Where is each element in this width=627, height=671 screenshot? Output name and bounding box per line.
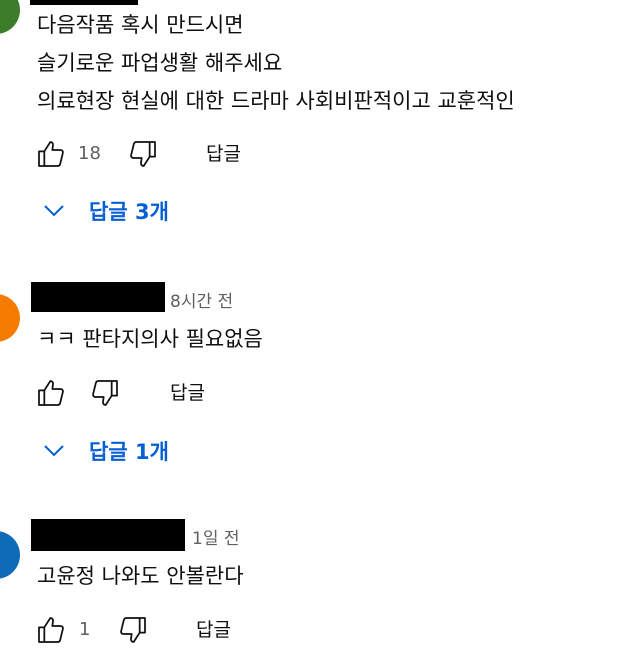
- avatar[interactable]: [0, 294, 20, 342]
- view-replies-label: 답글 1개: [89, 440, 169, 464]
- comment-text-line: 의료현장 현실에 대한 드라마 사회비판적이고 교훈적인: [37, 89, 515, 113]
- avatar[interactable]: [0, 0, 20, 34]
- avatar[interactable]: [0, 531, 20, 579]
- comment-timestamp: 1일 전: [192, 529, 240, 549]
- chevron-down-icon: [44, 445, 64, 457]
- redacted-username: [31, 282, 165, 312]
- like-button[interactable]: [34, 376, 68, 410]
- comment-thread: 다음작품 혹시 만드시면 슬기로운 파업생활 해주세요 의료현장 현실에 대한 …: [0, 0, 627, 250]
- like-button[interactable]: [34, 613, 68, 647]
- comment-text-line: 고윤정 나와도 안볼란다: [37, 564, 244, 588]
- view-replies-button[interactable]: 답글 3개: [43, 193, 169, 229]
- comment-text-line: 슬기로운 파업생활 해주세요: [37, 51, 283, 75]
- redacted-username: [30, 0, 138, 5]
- comment-timestamp: 8시간 전: [170, 292, 234, 312]
- comment-text-line: 다음작품 혹시 만드시면: [37, 13, 244, 37]
- view-replies-label: 답글 3개: [89, 200, 169, 224]
- chevron-down-icon: [44, 205, 64, 217]
- thumbs-down-icon: [92, 380, 118, 406]
- comment-text-line: ㅋㅋ 판타지의사 필요없음: [37, 327, 263, 351]
- thumbs-up-icon: [38, 141, 64, 167]
- reply-button[interactable]: 답글: [170, 376, 205, 410]
- view-replies-button[interactable]: 답글 1개: [43, 433, 169, 469]
- comment-thread: 1일 전 고윤정 나와도 안볼란다 1 답글: [0, 505, 627, 671]
- dislike-button[interactable]: [126, 137, 160, 171]
- redacted-username: [31, 519, 185, 551]
- reply-button[interactable]: 답글: [196, 613, 231, 647]
- like-button[interactable]: [34, 137, 68, 171]
- thumbs-up-icon: [38, 617, 64, 643]
- reply-button[interactable]: 답글: [206, 137, 241, 171]
- thumbs-down-icon: [130, 141, 156, 167]
- dislike-button[interactable]: [88, 376, 122, 410]
- thumbs-up-icon: [38, 380, 64, 406]
- like-count: 18: [78, 143, 101, 164]
- thumbs-down-icon: [120, 617, 146, 643]
- comment-thread: 8시간 전 ㅋㅋ 판타지의사 필요없음 답글 답글 1개: [0, 270, 627, 485]
- like-count: 1: [79, 619, 91, 640]
- dislike-button[interactable]: [116, 613, 150, 647]
